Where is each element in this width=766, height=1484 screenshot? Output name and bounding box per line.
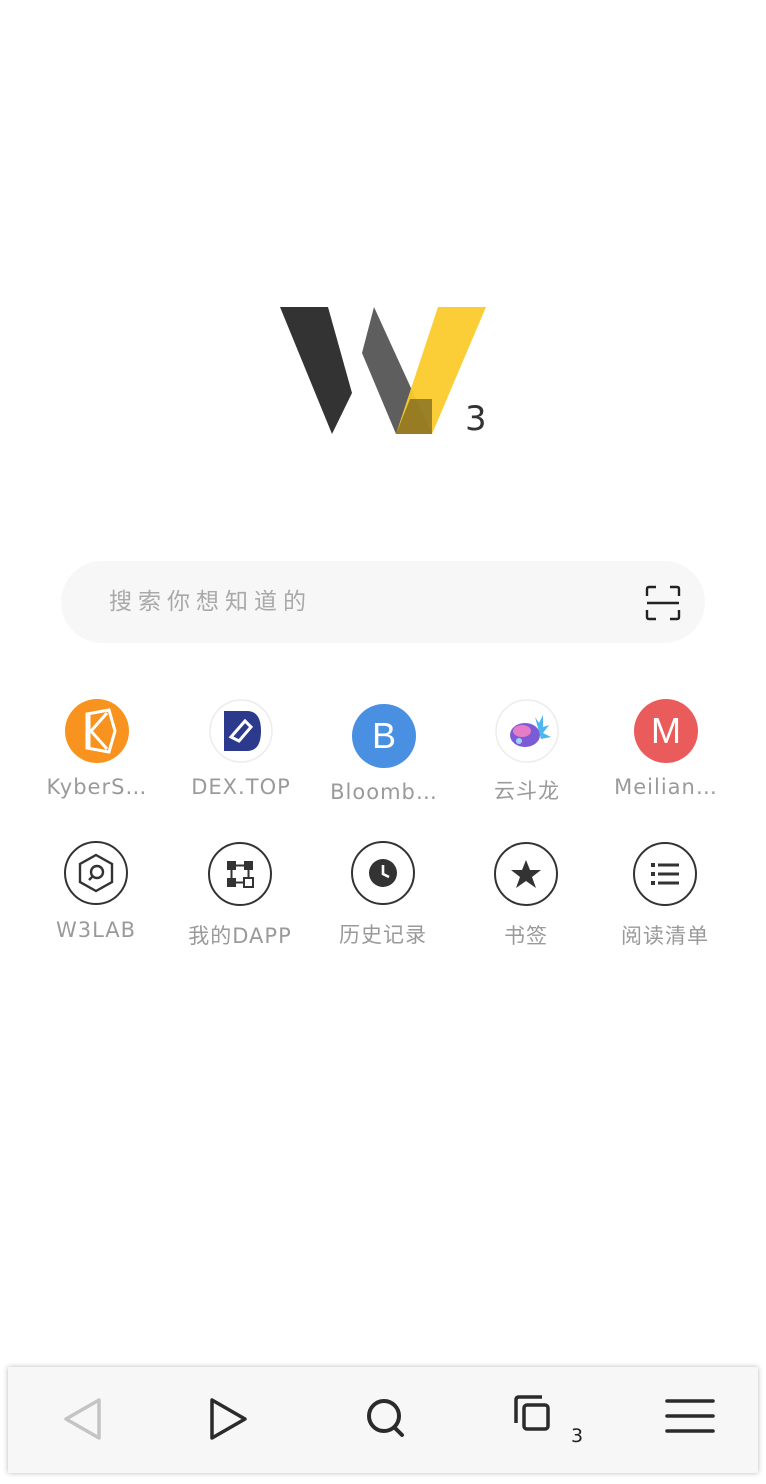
w3-logo: 3 — [278, 303, 490, 443]
shortcut-label: KyberS… — [46, 775, 148, 799]
kyberswap-icon — [65, 699, 129, 763]
w3lab-hexagon-icon — [64, 841, 128, 905]
shortcut-label: Meilian… — [614, 775, 718, 799]
back-icon[interactable] — [50, 1387, 114, 1451]
bottom-nav-bar: 3 — [8, 1367, 758, 1473]
search-icon[interactable] — [354, 1387, 418, 1451]
search-bar[interactable]: 搜索你想知道的 — [61, 561, 705, 643]
bloomberg-b-icon: B — [352, 704, 416, 768]
shortcut-label: Bloomb… — [330, 780, 438, 804]
clock-icon — [351, 841, 415, 905]
star-icon — [494, 842, 558, 906]
shortcut-label: 云斗龙 — [494, 779, 560, 803]
dextop-icon — [209, 699, 273, 763]
dapp-grid-icon — [208, 842, 272, 906]
tool-label: 阅读清单 — [621, 924, 709, 948]
list-icon — [633, 842, 697, 906]
shortcut-label: DEX.TOP — [191, 775, 291, 799]
forward-icon[interactable] — [196, 1387, 260, 1451]
svg-text:B: B — [372, 715, 396, 756]
tool-label: 书签 — [504, 924, 548, 948]
logo-superscript: 3 — [465, 399, 487, 439]
search-placeholder[interactable]: 搜索你想知道的 — [109, 561, 312, 643]
svg-text:M: M — [651, 710, 681, 751]
tool-label: W3LAB — [55, 918, 137, 942]
dragon-egg-icon — [495, 699, 559, 763]
tab-count-badge: 3 — [571, 1425, 584, 1447]
meilian-m-icon: M — [634, 699, 698, 763]
tool-label: 我的DAPP — [188, 924, 292, 948]
tabs-icon[interactable] — [506, 1387, 570, 1451]
tool-label: 历史记录 — [339, 923, 427, 947]
menu-icon[interactable] — [657, 1387, 721, 1451]
scan-icon[interactable] — [645, 585, 681, 621]
